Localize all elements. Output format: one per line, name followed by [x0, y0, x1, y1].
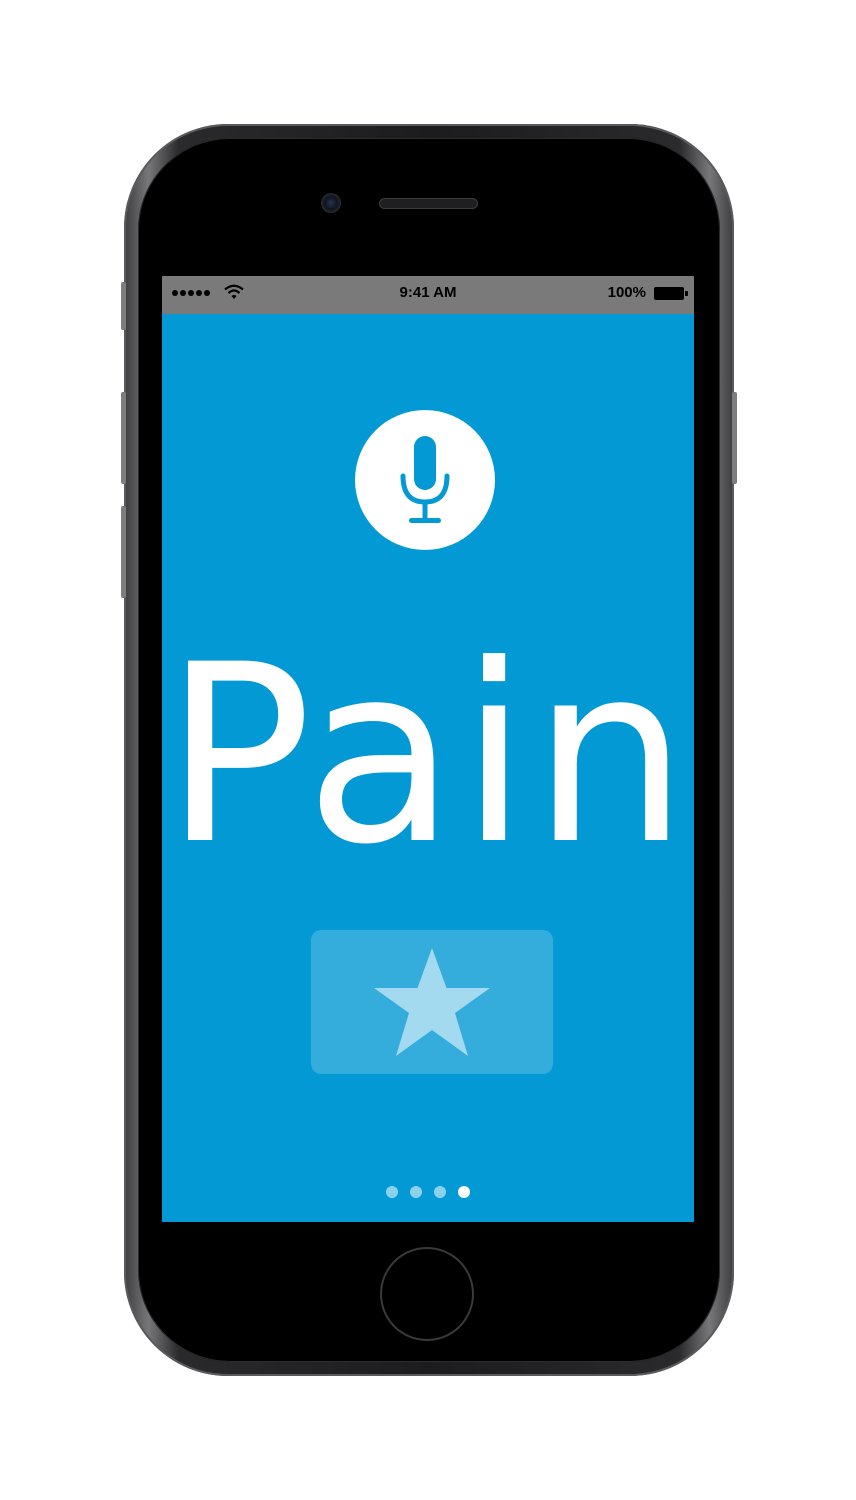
battery-percentage: 100% [607, 284, 646, 301]
volume-up-button [121, 392, 126, 484]
page-dot[interactable] [386, 1186, 398, 1198]
front-camera [321, 193, 341, 213]
app-screen: 9:41 AM 100% Pain [162, 276, 694, 1222]
page-dot[interactable] [410, 1186, 422, 1198]
microphone-button[interactable] [355, 410, 495, 550]
mute-switch [121, 282, 126, 330]
volume-down-button [121, 506, 126, 598]
status-bar: 9:41 AM 100% [162, 276, 694, 314]
star-icon [374, 948, 490, 1056]
page-indicator[interactable] [162, 1186, 694, 1198]
page-dot-active[interactable] [458, 1186, 470, 1198]
battery-icon [654, 287, 688, 300]
page-dot[interactable] [434, 1186, 446, 1198]
current-word: Pain [163, 613, 693, 899]
favorite-button[interactable] [311, 930, 553, 1074]
earpiece-speaker [379, 198, 478, 209]
microphone-icon [400, 436, 450, 523]
power-button [732, 392, 737, 484]
home-button[interactable] [380, 1247, 474, 1341]
